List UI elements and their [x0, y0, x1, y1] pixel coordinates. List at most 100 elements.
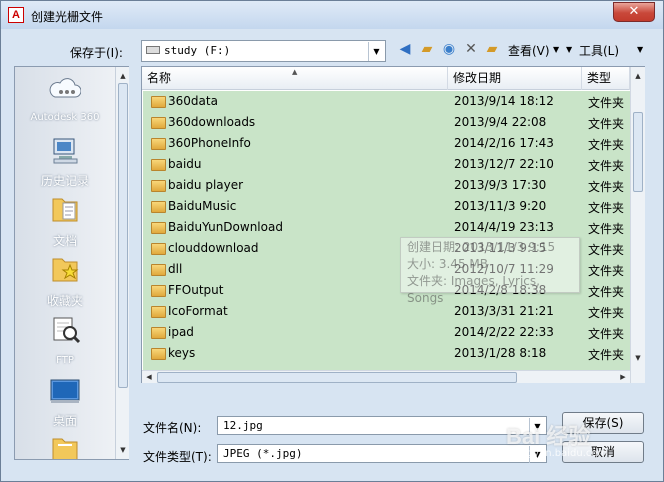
cloud-icon	[49, 75, 82, 107]
sidebar-item-favorites[interactable]: 收藏夹	[15, 253, 115, 309]
folder-icon	[151, 243, 166, 255]
up-folder-icon[interactable]: ▰	[418, 40, 436, 58]
file-name: 360PhoneInfo	[168, 136, 251, 150]
scroll-right-icon[interactable]: ▶	[616, 370, 630, 384]
sidebar-item-desktop[interactable]: 桌面	[15, 373, 115, 429]
chevron-down-icon[interactable]: ▼	[368, 42, 384, 61]
tools-dropdown-icon[interactable]: ▼	[637, 45, 643, 54]
title-bar[interactable]: A 创建光栅文件 ✕	[1, 1, 663, 29]
folder-tooltip: 创建日期: 2013/11/3 9:15 大小: 3.45 MB 文件夹: Im…	[400, 237, 580, 305]
folder-icon	[151, 138, 166, 150]
file-list-header: 名称 ▲ 修改日期 类型	[142, 67, 630, 90]
ftp-icon	[49, 313, 81, 345]
tools-menu-chevron-icon[interactable]: ▼	[566, 45, 572, 54]
new-folder-icon[interactable]: ▰	[483, 40, 501, 58]
file-date: 2013/9/4 22:08	[454, 115, 547, 129]
table-row[interactable]: 360PhoneInfo 2014/2/16 17:43 文件夹	[143, 133, 630, 154]
file-name: ipad	[168, 325, 194, 339]
vertical-scroll-thumb[interactable]	[633, 112, 643, 192]
delete-icon[interactable]: ✕	[462, 40, 480, 58]
file-type: 文件夹	[588, 96, 625, 110]
file-date: 2013/11/3 9:20	[454, 199, 547, 213]
file-date: 2013/9/3 17:30	[454, 178, 547, 192]
sidebar-item-partial[interactable]	[15, 433, 115, 459]
sidebar-item-label: 文档	[52, 234, 77, 248]
file-date: 2013/12/7 22:10	[454, 157, 554, 171]
autocad-app-icon: A	[8, 7, 24, 23]
close-button[interactable]: ✕	[613, 2, 655, 22]
sidebar-item-label: Autodesk 360	[30, 112, 100, 123]
filename-label: 文件名(N):	[143, 421, 202, 435]
table-row[interactable]: 360downloads 2013/9/4 22:08 文件夹	[143, 112, 630, 133]
filetype-select[interactable]: JPEG (*.jpg) ▼	[217, 444, 547, 463]
history-icon	[49, 135, 81, 167]
column-date[interactable]: 修改日期	[448, 67, 582, 90]
file-type: 文件夹	[588, 159, 625, 173]
tooltip-created: 创建日期: 2013/11/3 9:15	[407, 240, 556, 254]
sidebar-scroll-thumb[interactable]	[118, 83, 128, 388]
sidebar-item-label: 收藏夹	[46, 294, 83, 308]
file-list-horizontal-scrollbar[interactable]: ◀ ▶	[142, 370, 630, 383]
table-row[interactable]: BaiduMusic 2013/11/3 9:20 文件夹	[143, 196, 630, 217]
file-type: 文件夹	[588, 138, 625, 152]
file-name: FFOutput	[168, 283, 224, 297]
table-row[interactable]: BaiduYunDownload 2014/4/19 23:13 文件夹	[143, 217, 630, 238]
file-name: 360downloads	[168, 115, 256, 129]
sidebar-scrollbar[interactable]: ▲ ▼	[115, 67, 129, 459]
table-row[interactable]: keys 2013/1/28 8:18 文件夹	[143, 343, 630, 364]
file-rows: 360data 2013/9/14 18:12 文件夹 360downloads 20…	[143, 91, 630, 370]
filename-input[interactable]: 12.jpg ▼	[217, 416, 547, 435]
tooltip-files: 文件夹: Images, Lyrics, Songs	[407, 274, 540, 305]
folder-icon	[151, 96, 166, 108]
scroll-up-icon[interactable]: ▲	[631, 69, 645, 83]
filetype-value: JPEG (*.jpg)	[223, 447, 303, 460]
tooltip-size: 大小: 3.45 MB	[407, 257, 488, 271]
scroll-up-icon[interactable]: ▲	[116, 69, 130, 83]
filename-value: 12.jpg	[223, 419, 263, 432]
file-type: 文件夹	[588, 327, 625, 341]
sidebar-item-label: FTP	[56, 355, 74, 366]
file-list: 名称 ▲ 修改日期 类型 360data 2013/9/14 18:12 文件夹 3…	[141, 66, 645, 383]
sidebar-item-ftp[interactable]: FTP	[15, 313, 115, 369]
sidebar-item-documents[interactable]: 文档	[15, 193, 115, 249]
file-name: clouddownload	[168, 241, 259, 255]
sidebar-item-history[interactable]: 历史记录	[15, 133, 115, 189]
window-title: 创建光栅文件	[31, 10, 104, 24]
horizontal-scroll-thumb[interactable]	[157, 372, 517, 383]
file-list-vertical-scrollbar[interactable]: ▲ ▼	[630, 67, 645, 383]
folder-icon	[151, 180, 166, 192]
scroll-down-icon[interactable]: ▼	[116, 443, 130, 457]
sidebar-item-autodesk-360[interactable]: Autodesk 360	[15, 73, 115, 129]
tools-menu[interactable]: 工具(L)	[579, 42, 619, 59]
file-name: BaiduMusic	[168, 199, 237, 213]
view-menu[interactable]: 查看(V)	[508, 42, 550, 59]
file-name: baidu	[168, 157, 202, 171]
table-row[interactable]: ipad 2014/2/22 22:33 文件夹	[143, 322, 630, 343]
favorites-icon	[49, 253, 81, 285]
folder-icon	[151, 306, 166, 318]
view-menu-chevron-icon[interactable]: ▼	[553, 45, 559, 54]
file-date: 2013/1/28 8:18	[454, 346, 547, 360]
sort-arrow-icon: ▲	[292, 68, 298, 76]
save-in-dropdown[interactable]: study (F:) ▼	[141, 40, 386, 62]
table-row[interactable]: baidu 2013/12/7 22:10 文件夹	[143, 154, 630, 175]
column-type[interactable]: 类型	[582, 67, 630, 90]
table-row[interactable]: 360data 2013/9/14 18:12 文件夹	[143, 91, 630, 112]
file-type: 文件夹	[588, 117, 625, 131]
file-date: 2014/2/16 17:43	[454, 136, 554, 150]
folder-icon	[151, 264, 166, 276]
save-in-value: study (F:)	[164, 44, 231, 57]
scroll-left-icon[interactable]: ◀	[142, 370, 156, 384]
folder-icon	[151, 348, 166, 360]
table-row[interactable]: baidu player 2013/9/3 17:30 文件夹	[143, 175, 630, 196]
folder-icon	[151, 327, 166, 339]
file-type: 文件夹	[588, 180, 625, 194]
watermark-logo: Bai 经验	[506, 424, 591, 449]
scroll-down-icon[interactable]: ▼	[631, 351, 645, 365]
sidebar-item-label: 历史记录	[40, 174, 89, 188]
back-icon[interactable]: ◀	[396, 40, 414, 58]
folder-icon	[151, 222, 166, 234]
file-name: BaiduYunDownload	[168, 220, 283, 234]
file-type: 文件夹	[588, 222, 625, 236]
search-web-icon[interactable]: ◉	[440, 40, 458, 58]
